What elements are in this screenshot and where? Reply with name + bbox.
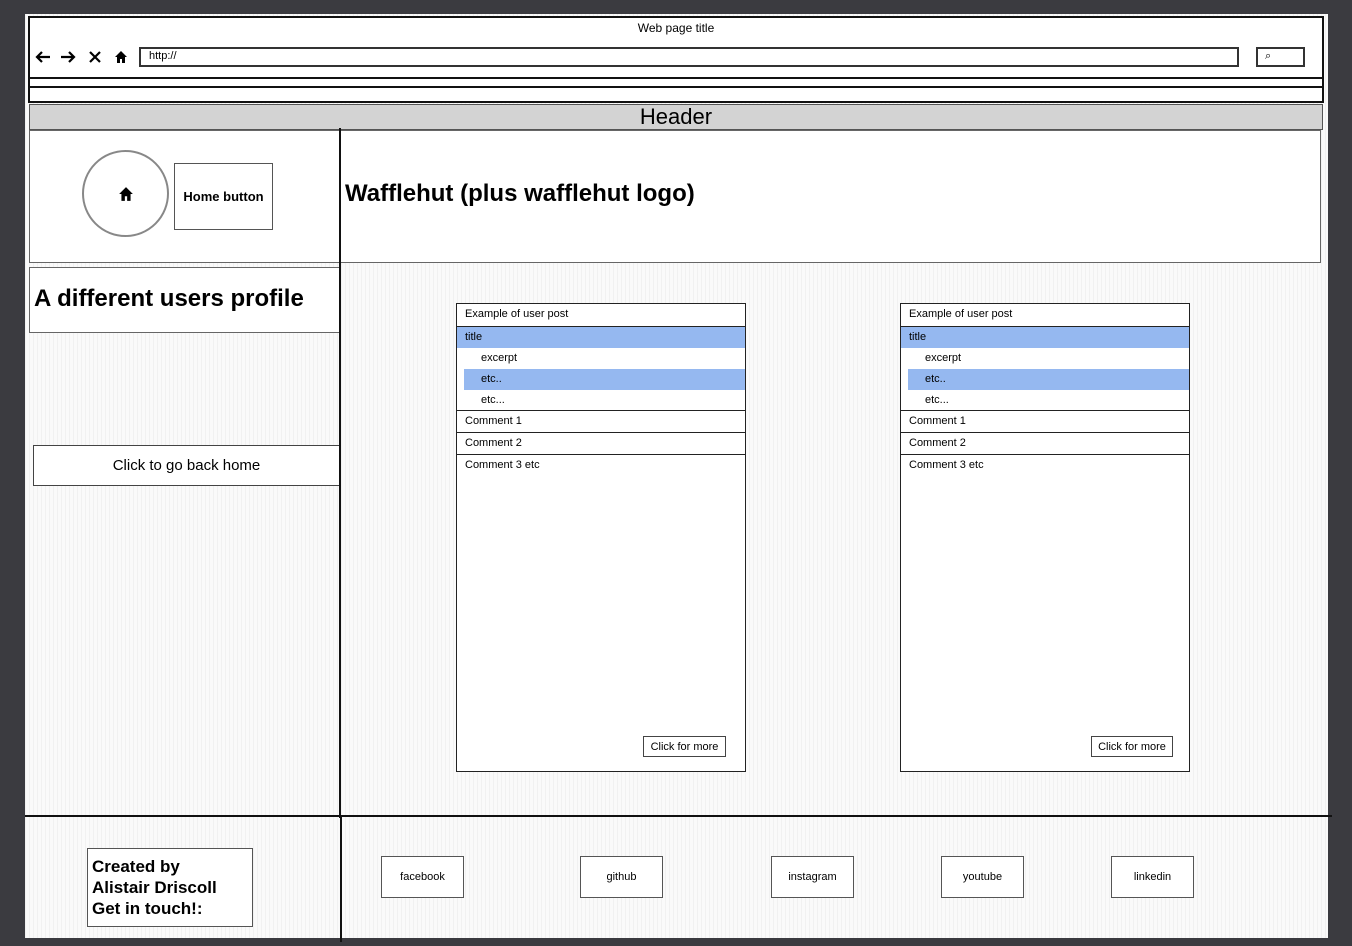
bookmark-bar-divider [28, 86, 1324, 88]
post-card-heading: Example of user post [901, 304, 1189, 327]
arrow-right-icon[interactable] [58, 47, 78, 67]
sidebar-divider [339, 128, 341, 818]
browser-search-box[interactable]: ⌕ [1256, 47, 1305, 67]
close-icon[interactable] [85, 47, 105, 67]
instagram-link[interactable]: instagram [771, 856, 854, 898]
home-button[interactable]: Home button [174, 163, 273, 230]
facebook-link[interactable]: facebook [381, 856, 464, 898]
youtube-link[interactable]: youtube [941, 856, 1024, 898]
home-icon[interactable] [111, 47, 131, 67]
toolbar-divider [28, 77, 1324, 79]
post-list-item[interactable]: etc... [457, 390, 745, 411]
profile-title: A different users profile [34, 285, 304, 312]
post-list-item[interactable]: etc... [901, 390, 1189, 411]
comment-item[interactable]: Comment 2 [901, 433, 1189, 455]
comment-item[interactable]: Comment 2 [457, 433, 745, 455]
footer-divider [340, 816, 342, 942]
post-excerpt-item[interactable]: excerpt [457, 348, 745, 369]
address-bar[interactable]: http:// [139, 47, 1239, 67]
site-brand-title: Wafflehut (plus wafflehut logo) [345, 180, 695, 207]
post-excerpt-item[interactable]: excerpt [901, 348, 1189, 369]
post-title-item[interactable]: title [457, 327, 745, 348]
footer-credit: Created by Alistair Driscoll Get in touc… [87, 848, 253, 927]
credit-contact: Get in touch!: [92, 899, 203, 918]
search-icon: ⌕ [1265, 50, 1272, 62]
user-post-card: Example of user post title excerpt etc..… [456, 303, 746, 772]
home-logo-button[interactable] [82, 150, 169, 237]
back-home-button[interactable]: Click to go back home [33, 445, 340, 486]
comment-item[interactable]: Comment 1 [457, 411, 745, 433]
user-post-card: Example of user post title excerpt etc..… [900, 303, 1190, 772]
credit-line: Created by [92, 857, 180, 876]
post-list-item[interactable]: etc.. [464, 369, 745, 390]
comment-item[interactable]: Comment 3 etc [457, 455, 745, 477]
linkedin-link[interactable]: linkedin [1111, 856, 1194, 898]
home-icon [118, 186, 133, 201]
click-for-more-button[interactable]: Click for more [643, 736, 726, 757]
comment-item[interactable]: Comment 3 etc [901, 455, 1189, 477]
page-header: Header [29, 104, 1323, 130]
arrow-left-icon[interactable] [33, 47, 53, 67]
footer-top-border [25, 815, 1332, 817]
click-for-more-button[interactable]: Click for more [1091, 736, 1173, 757]
post-title-item[interactable]: title [901, 327, 1189, 348]
comment-item[interactable]: Comment 1 [901, 411, 1189, 433]
credit-author: Alistair Driscoll [92, 878, 217, 897]
github-link[interactable]: github [580, 856, 663, 898]
post-list-item[interactable]: etc.. [908, 369, 1189, 390]
post-card-heading: Example of user post [457, 304, 745, 327]
window-title: Web page title [637, 21, 715, 35]
